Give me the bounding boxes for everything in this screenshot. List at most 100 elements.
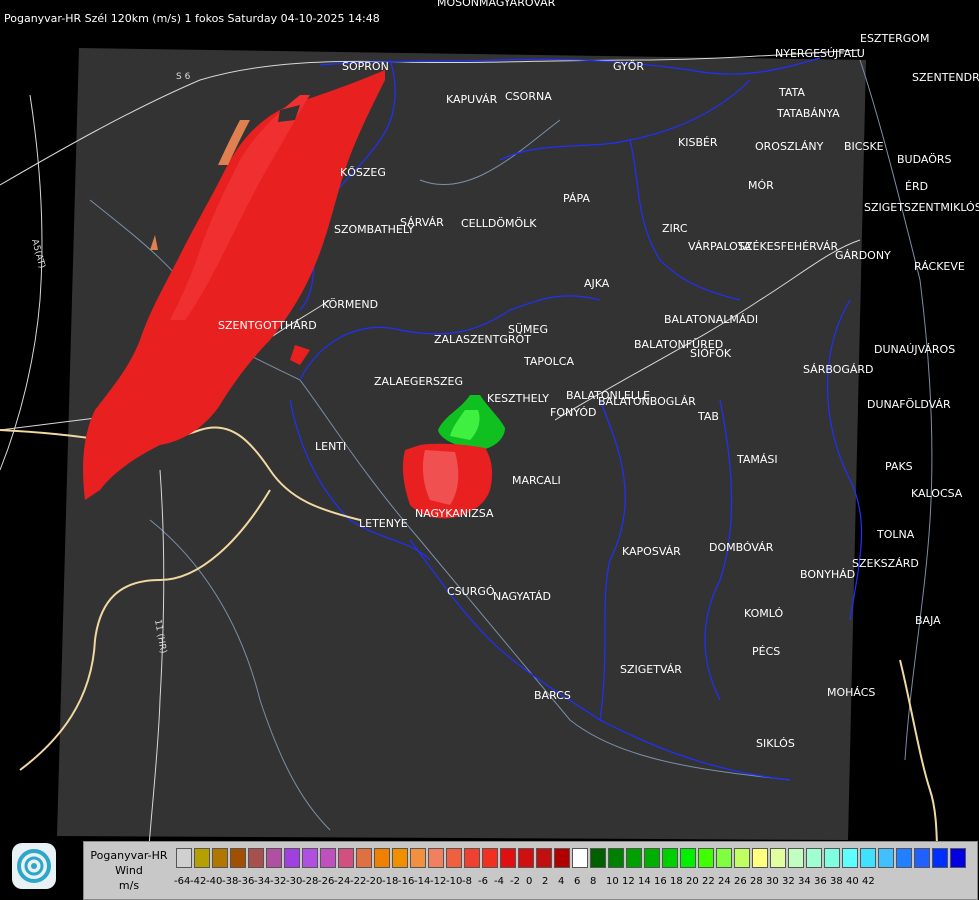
road-label-a5: A5(AT) bbox=[29, 238, 46, 269]
met-service-logo bbox=[12, 843, 56, 889]
city-label: DUNAFÖLDVÁR bbox=[867, 398, 951, 411]
legend-swatch bbox=[896, 848, 912, 868]
city-label: RÁCKEVE bbox=[914, 260, 965, 273]
legend-swatch bbox=[518, 848, 534, 868]
city-label: BALATONBOGLÁR bbox=[598, 395, 696, 408]
legend-swatch bbox=[392, 848, 408, 868]
city-label: CSURGÓ bbox=[447, 585, 495, 598]
city-label: MOHÁCS bbox=[827, 686, 875, 699]
city-label: SIKLÓS bbox=[756, 737, 795, 750]
city-label: KAPOSVÁR bbox=[622, 545, 681, 558]
city-label: NAGYATÁD bbox=[493, 590, 551, 603]
legend-swatch bbox=[860, 848, 876, 868]
legend-swatch bbox=[464, 848, 480, 868]
city-label: NYERGESÚJFALU bbox=[775, 47, 865, 60]
legend-swatch bbox=[410, 848, 426, 868]
city-label: PÁPA bbox=[563, 192, 590, 205]
radar-map: S 6 A5(AT) 11 (HR) MOSONMAGYARÓVÁR SOPRO… bbox=[0, 0, 979, 900]
legend-swatch bbox=[284, 848, 300, 868]
city-label: GÁRDONY bbox=[835, 249, 891, 262]
legend-product-name: Wind bbox=[115, 864, 143, 877]
legend-tick-label: 42 bbox=[862, 876, 875, 887]
city-label: DOMBÓVÁR bbox=[709, 541, 774, 554]
legend-swatch bbox=[788, 848, 804, 868]
legend-swatch bbox=[734, 848, 750, 868]
legend-swatch bbox=[590, 848, 606, 868]
city-label: SZIGETVÁR bbox=[620, 663, 682, 676]
legend-unit: m/s bbox=[118, 879, 140, 892]
city-label: LENTI bbox=[315, 440, 346, 453]
legend-swatch bbox=[752, 848, 768, 868]
legend-swatch bbox=[302, 848, 318, 868]
city-label: BICSKE bbox=[844, 140, 884, 153]
city-label: KISBÉR bbox=[678, 136, 718, 149]
city-label: MÓR bbox=[748, 179, 774, 192]
legend-swatch bbox=[230, 848, 246, 868]
city-label: MOSONMAGYARÓVÁR bbox=[437, 0, 556, 9]
city-label: TATA bbox=[778, 86, 805, 99]
city-label: KALOCSA bbox=[911, 487, 963, 500]
city-label: KŐSZEG bbox=[340, 165, 386, 179]
legend-swatch bbox=[320, 848, 336, 868]
city-label: TATABÁNYA bbox=[776, 107, 840, 120]
city-label: BARCS bbox=[534, 689, 571, 702]
city-label: ESZTERGOM bbox=[860, 32, 929, 45]
legend-swatch bbox=[608, 848, 624, 868]
legend-swatch bbox=[572, 848, 588, 868]
legend-swatch bbox=[770, 848, 786, 868]
swirl-logo-icon bbox=[17, 849, 51, 883]
legend-swatch bbox=[806, 848, 822, 868]
city-label: PAKS bbox=[885, 460, 913, 473]
city-label: AJKA bbox=[584, 277, 610, 290]
city-label: ZALAEGERSZEG bbox=[374, 375, 463, 388]
city-label: BONYHÁD bbox=[800, 568, 855, 581]
legend-swatch bbox=[266, 848, 282, 868]
city-label: SIÓFOK bbox=[690, 347, 732, 360]
legend-title: Poganyvar-HR Wind m/s bbox=[88, 848, 170, 893]
legend-swatch bbox=[338, 848, 354, 868]
city-label: CELLDÖMÖLK bbox=[461, 217, 537, 230]
legend-swatches bbox=[176, 848, 968, 868]
city-label: BALATONALMÁDI bbox=[664, 313, 758, 326]
legend-swatch bbox=[428, 848, 444, 868]
city-label: SZENTENDRE bbox=[912, 71, 979, 84]
city-label: SÁRBOGÁRD bbox=[803, 363, 874, 376]
legend-swatch bbox=[482, 848, 498, 868]
city-label: OROSZLÁNY bbox=[755, 140, 824, 153]
city-label: SZENTGOTTHÁRD bbox=[218, 319, 317, 332]
city-label: KÖRMEND bbox=[322, 298, 378, 311]
city-label: DUNAÚJVÁROS bbox=[874, 343, 955, 356]
city-label: SZIGETSZENTMIKLÓS bbox=[864, 201, 979, 214]
legend-swatch bbox=[644, 848, 660, 868]
color-legend: Poganyvar-HR Wind m/s -64 -42 -40 -38 -36 -34… bbox=[83, 841, 978, 900]
city-label: PÉCS bbox=[752, 645, 780, 658]
legend-ticks: -64 -42 -40 -38 -36 -34 -32 -30 -28 -26 -24 -22 -20-… bbox=[174, 876, 880, 887]
legend-swatch bbox=[176, 848, 192, 868]
legend-swatch bbox=[356, 848, 372, 868]
city-label: CSORNA bbox=[505, 90, 552, 103]
city-label: SZÉKESFEHÉRVÁR bbox=[738, 240, 839, 253]
city-label: KOMLÓ bbox=[744, 607, 783, 620]
city-label: GYŐR bbox=[613, 59, 644, 73]
city-label: BAJA bbox=[915, 614, 941, 627]
city-label: ÉRD bbox=[905, 180, 928, 193]
city-label: NAGYKANIZSA bbox=[415, 507, 494, 520]
legend-swatch bbox=[554, 848, 570, 868]
legend-swatch bbox=[716, 848, 732, 868]
city-label: SOPRON bbox=[342, 60, 389, 73]
legend-swatch bbox=[698, 848, 714, 868]
city-label: TAPOLCA bbox=[523, 355, 574, 368]
legend-swatch bbox=[194, 848, 210, 868]
city-label: ZALASZENTGRÓT bbox=[434, 333, 531, 346]
legend-swatch bbox=[842, 848, 858, 868]
city-label: TAB bbox=[697, 410, 719, 423]
city-label: TAMÁSI bbox=[736, 453, 778, 466]
legend-radar-name: Poganyvar-HR bbox=[90, 849, 168, 862]
city-label: LETENYE bbox=[359, 517, 408, 530]
legend-swatch bbox=[446, 848, 462, 868]
legend-swatch bbox=[680, 848, 696, 868]
legend-swatch bbox=[374, 848, 390, 868]
city-label: KAPUVÁR bbox=[446, 93, 498, 106]
legend-swatch bbox=[878, 848, 894, 868]
city-label: FONYÓD bbox=[550, 406, 596, 419]
